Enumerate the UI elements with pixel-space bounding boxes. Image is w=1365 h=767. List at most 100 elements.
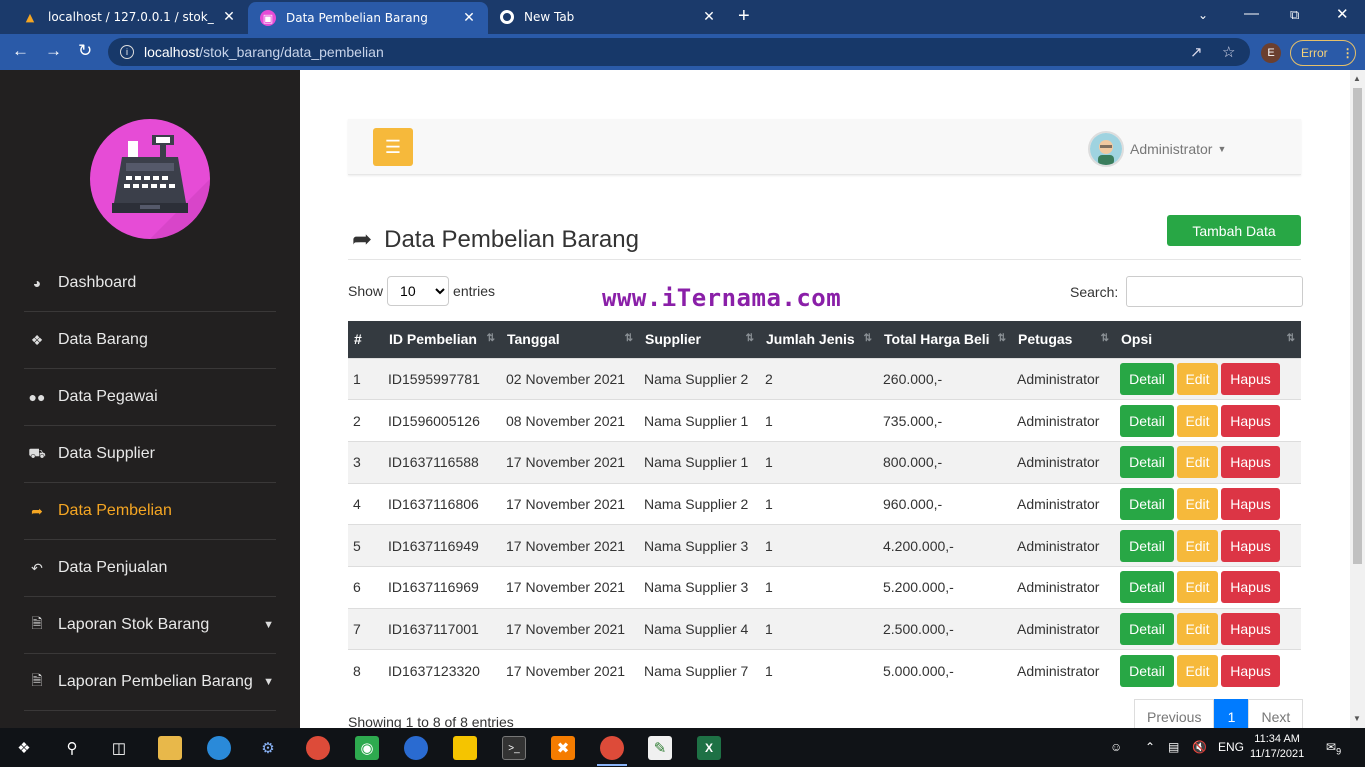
add-data-button[interactable]: Tambah Data bbox=[1167, 215, 1301, 246]
delete-button[interactable]: Hapus bbox=[1221, 362, 1280, 395]
detail-button[interactable]: Detail bbox=[1120, 362, 1174, 395]
edit-button[interactable]: Edit bbox=[1177, 487, 1218, 520]
notepad-icon[interactable]: ✎ bbox=[648, 736, 672, 760]
page-scrollbar[interactable]: ▲ ▼ bbox=[1350, 70, 1365, 728]
excel-icon[interactable]: X bbox=[697, 736, 721, 760]
column-header[interactable]: Total Harga Beli ⇅ bbox=[878, 321, 1012, 358]
edit-button[interactable]: Edit bbox=[1177, 446, 1218, 479]
terminal-icon[interactable]: >_ bbox=[502, 736, 526, 760]
tab-data-pembelian[interactable]: ▣ Data Pembelian Barang ✕ bbox=[248, 2, 488, 34]
back-icon[interactable]: ← bbox=[12, 41, 29, 61]
clock[interactable]: 11:34 AM 11/17/2021 bbox=[1250, 732, 1304, 762]
sidebar-item-dashboard[interactable]: ◕ Dashboard bbox=[24, 255, 276, 312]
edit-button[interactable]: Edit bbox=[1177, 654, 1218, 687]
reload-icon[interactable]: ↻ bbox=[78, 41, 92, 61]
sidebar-item-laporan-pembelian[interactable]: 🗎 Laporan Pembelian Barang ▼ bbox=[24, 654, 276, 711]
sidebar-item-data-pembelian[interactable]: ➦ Data Pembelian bbox=[24, 483, 276, 540]
notification-icon[interactable]: ✉9 bbox=[1326, 740, 1341, 756]
delete-button[interactable]: Hapus bbox=[1221, 529, 1280, 562]
profile-avatar[interactable]: E bbox=[1261, 43, 1281, 63]
delete-button[interactable]: Hapus bbox=[1221, 654, 1280, 687]
previous-page-button[interactable]: Previous bbox=[1134, 699, 1215, 728]
supplier-name: Nama Supplier 7 bbox=[639, 649, 760, 692]
scrollbar-thumb[interactable] bbox=[1353, 88, 1362, 564]
info-icon[interactable]: i bbox=[120, 45, 134, 59]
entries-select[interactable]: 10 bbox=[387, 276, 450, 306]
edit-button[interactable]: Edit bbox=[1177, 362, 1218, 395]
delete-button[interactable]: Hapus bbox=[1221, 612, 1280, 645]
column-header[interactable]: Tanggal ⇅ bbox=[501, 321, 639, 358]
sidebar: ◕ Dashboard ❖ Data Barang ●● Data Pegawa… bbox=[0, 70, 300, 728]
xampp-icon[interactable]: ✖ bbox=[551, 736, 575, 760]
purchase-date: 17 November 2021 bbox=[501, 565, 639, 609]
edge-icon[interactable] bbox=[207, 736, 231, 760]
people-icon[interactable]: ☺ bbox=[1110, 740, 1122, 754]
column-header[interactable]: ID Pembelian ⇅ bbox=[383, 321, 501, 358]
detail-button[interactable]: Detail bbox=[1120, 446, 1174, 479]
scroll-up-icon[interactable]: ▲ bbox=[1353, 74, 1361, 83]
task-view-icon[interactable]: ◫ bbox=[107, 736, 131, 760]
close-icon[interactable]: ✕ bbox=[702, 9, 716, 25]
sidebar-item-laporan-stok[interactable]: 🗎 Laporan Stok Barang ▼ bbox=[24, 597, 276, 654]
edit-button[interactable]: Edit bbox=[1177, 529, 1218, 562]
close-window-icon[interactable]: ✕ bbox=[1336, 5, 1349, 23]
column-header[interactable]: Jumlah Jenis ⇅ bbox=[760, 321, 878, 358]
delete-button[interactable]: Hapus bbox=[1221, 404, 1280, 437]
network-icon[interactable]: ▤ bbox=[1168, 740, 1179, 754]
eye-app-icon[interactable]: ◉ bbox=[355, 736, 379, 760]
sidebar-item-data-pegawai[interactable]: ●● Data Pegawai bbox=[24, 369, 276, 426]
column-header[interactable]: Supplier ⇅ bbox=[639, 321, 760, 358]
detail-button[interactable]: Detail bbox=[1120, 654, 1174, 687]
close-icon[interactable]: ✕ bbox=[462, 10, 476, 26]
hamburger-menu-button[interactable]: ☰ bbox=[373, 128, 413, 166]
minimize-icon[interactable]: — bbox=[1244, 5, 1259, 22]
close-icon[interactable]: ✕ bbox=[222, 9, 236, 25]
search-input[interactable] bbox=[1126, 276, 1304, 307]
notification-count: 9 bbox=[1336, 746, 1342, 757]
sidebar-item-data-penjualan[interactable]: ↶ Data Penjualan bbox=[24, 540, 276, 597]
edit-button[interactable]: Edit bbox=[1177, 404, 1218, 437]
user-dropdown[interactable]: Administrator ▼ bbox=[1088, 131, 1226, 167]
restore-icon[interactable]: ⧉ bbox=[1290, 7, 1299, 23]
share-icon[interactable]: ↗ bbox=[1190, 43, 1203, 61]
column-header[interactable]: # bbox=[348, 321, 383, 358]
edit-button[interactable]: Edit bbox=[1177, 571, 1218, 604]
file-explorer-icon[interactable] bbox=[158, 736, 182, 760]
delete-button[interactable]: Hapus bbox=[1221, 571, 1280, 604]
purchase-date: 17 November 2021 bbox=[501, 649, 639, 692]
app-icon[interactable] bbox=[404, 736, 428, 760]
delete-button[interactable]: Hapus bbox=[1221, 487, 1280, 520]
detail-button[interactable]: Detail bbox=[1120, 612, 1174, 645]
url-input[interactable]: i localhost/stok_barang/data_pembelian bbox=[108, 38, 1250, 66]
windows-start-icon[interactable]: ❖ bbox=[12, 736, 36, 760]
error-button[interactable]: Error ⋮ bbox=[1290, 40, 1356, 66]
sticky-notes-icon[interactable] bbox=[453, 736, 477, 760]
detail-button[interactable]: Detail bbox=[1120, 529, 1174, 562]
language-indicator[interactable]: ENG bbox=[1218, 740, 1244, 754]
column-header[interactable]: Petugas ⇅ bbox=[1012, 321, 1115, 358]
chevron-up-icon[interactable]: ⌃ bbox=[1145, 740, 1155, 754]
detail-button[interactable]: Detail bbox=[1120, 404, 1174, 437]
network-app-icon[interactable]: ⚙ bbox=[256, 736, 280, 760]
sidebar-item-data-barang[interactable]: ❖ Data Barang bbox=[24, 312, 276, 369]
detail-button[interactable]: Detail bbox=[1120, 487, 1174, 520]
edit-button[interactable]: Edit bbox=[1177, 612, 1218, 645]
chevron-down-icon[interactable]: ⌄ bbox=[1198, 8, 1208, 22]
new-tab-icon[interactable]: + bbox=[738, 5, 750, 28]
delete-button[interactable]: Hapus bbox=[1221, 446, 1280, 479]
purchase-id: ID1637116588 bbox=[383, 440, 501, 484]
chrome-icon[interactable] bbox=[306, 736, 330, 760]
tab-new-tab[interactable]: New Tab ✕ bbox=[488, 0, 728, 34]
tab-phpmyadmin[interactable]: ▲ localhost / 127.0.0.1 / stok_baran ✕ bbox=[10, 0, 248, 34]
search-icon[interactable]: ⚲ bbox=[60, 736, 84, 760]
star-icon[interactable]: ☆ bbox=[1222, 43, 1235, 61]
page-1-button[interactable]: 1 bbox=[1214, 699, 1249, 728]
volume-muted-icon[interactable]: 🔇 bbox=[1192, 740, 1207, 754]
forward-icon[interactable]: → bbox=[45, 41, 62, 61]
chrome-active-icon[interactable] bbox=[600, 736, 624, 760]
detail-button[interactable]: Detail bbox=[1120, 571, 1174, 604]
next-page-button[interactable]: Next bbox=[1248, 699, 1304, 728]
sidebar-item-data-supplier[interactable]: ⛟ Data Supplier bbox=[24, 426, 276, 483]
scroll-down-icon[interactable]: ▼ bbox=[1353, 714, 1361, 723]
column-header[interactable]: Opsi ⇅ bbox=[1115, 321, 1301, 358]
